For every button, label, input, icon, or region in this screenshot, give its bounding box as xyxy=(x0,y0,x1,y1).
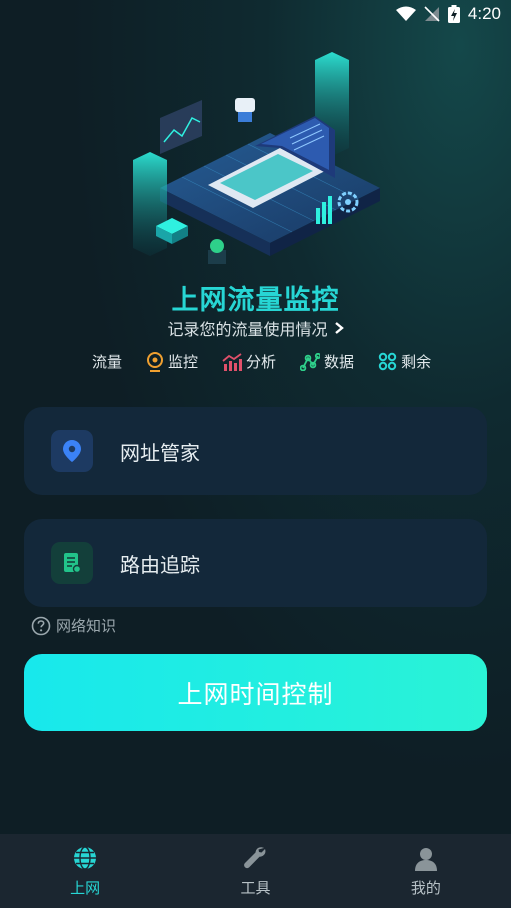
tag-label: 分析 xyxy=(246,353,277,371)
command-icon xyxy=(378,352,397,371)
subtitle-text: 记录您的流量使用情况 xyxy=(167,320,328,339)
status-bar: 4:20 xyxy=(0,0,511,30)
document-icon xyxy=(64,553,82,574)
nav-label: 上网 xyxy=(70,878,101,897)
tag-remaining: 剩余 xyxy=(378,351,431,372)
nav-item-internet[interactable]: 上网 xyxy=(0,834,170,908)
webcam-icon xyxy=(147,351,164,372)
bottom-nav: 上网 工具 我的 xyxy=(0,834,511,908)
tag-traffic: 流量 xyxy=(92,351,122,372)
feature-tags: 流量 监控 分析 数据 剩余 xyxy=(92,351,455,372)
tag-analysis: 分析 xyxy=(222,351,276,372)
help-label: 网络知识 xyxy=(56,617,117,635)
tag-label: 监控 xyxy=(168,353,199,371)
subtitle-link[interactable]: 记录您的流量使用情况 xyxy=(0,316,511,340)
bar-chart-icon xyxy=(222,352,243,371)
tag-label: 流量 xyxy=(92,353,123,371)
user-icon xyxy=(414,847,437,871)
url-manager-card[interactable]: 网址管家 xyxy=(24,407,487,495)
internet-time-control-button[interactable]: 上网时间控制 xyxy=(24,654,487,731)
wrench-icon xyxy=(244,846,266,868)
nodes-icon xyxy=(300,352,321,371)
network-knowledge-link[interactable]: 网络知识 xyxy=(31,615,116,636)
nav-item-profile[interactable]: 我的 xyxy=(341,834,511,908)
tag-data: 数据 xyxy=(300,351,354,372)
button-label: 上网时间控制 xyxy=(177,680,334,709)
card-icon-box xyxy=(51,542,93,584)
tag-label: 数据 xyxy=(324,353,355,371)
tag-label: 剩余 xyxy=(401,353,432,371)
wifi-icon xyxy=(395,6,416,21)
chevron-right-icon xyxy=(334,322,344,334)
battery-charging-icon xyxy=(447,5,460,23)
route-trace-card[interactable]: 路由追踪 xyxy=(24,519,487,607)
card-icon-box xyxy=(51,430,93,472)
nav-label: 我的 xyxy=(410,878,441,897)
location-pin-icon xyxy=(63,440,81,462)
globe-icon xyxy=(74,845,97,870)
nav-item-tools[interactable]: 工具 xyxy=(170,834,340,908)
status-time: 4:20 xyxy=(467,4,501,23)
card-label: 网址管家 xyxy=(120,441,200,465)
page-title: 上网流量监控 xyxy=(171,285,340,316)
tag-monitor: 监控 xyxy=(146,351,198,372)
status-icons: 4:20 xyxy=(395,4,501,24)
no-signal-icon xyxy=(424,6,440,22)
nav-label: 工具 xyxy=(240,878,271,897)
hero-illustration xyxy=(133,52,380,264)
card-label: 路由追踪 xyxy=(120,553,200,577)
question-circle-icon xyxy=(31,616,51,635)
